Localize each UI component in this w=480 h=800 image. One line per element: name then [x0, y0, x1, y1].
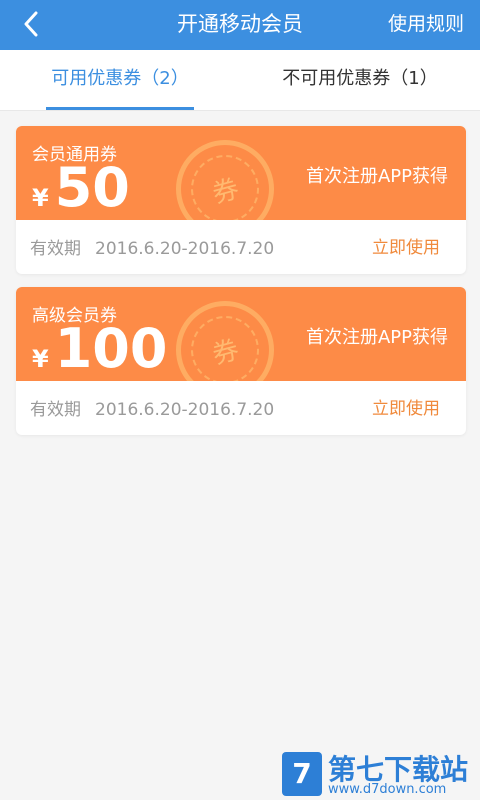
tab-label: 可用优惠券（2）: [51, 68, 189, 89]
watermark-logo: 7: [282, 752, 322, 796]
coupon-value: 100: [54, 317, 168, 380]
scallop-edge: [16, 376, 466, 386]
active-tab-indicator: [46, 107, 194, 110]
coupon-tabs: 可用优惠券（2） 不可用优惠券（1）: [0, 50, 480, 111]
coupon-amount: ¥ 50: [32, 160, 130, 216]
usage-rules-link[interactable]: 使用规则: [388, 0, 464, 50]
currency-symbol: ¥: [32, 184, 49, 212]
tab-label: 不可用优惠券（1）: [282, 68, 438, 89]
top-nav-bar: 开通移动会员 使用规则: [0, 0, 480, 50]
validity-range: 2016.6.20-2016.7.20: [95, 400, 275, 420]
coupon-card[interactable]: 券 会员通用券 ¥ 50 首次注册APP获得 有效期 2016.6.20-2016…: [16, 126, 466, 274]
coupon-amount: ¥ 100: [32, 321, 167, 377]
coupon-card[interactable]: 券 高级会员券 ¥ 100 首次注册APP获得 有效期 2016.6.20-201…: [16, 287, 466, 435]
scallop-edge: [16, 215, 466, 225]
coupon-header: 券 高级会员券 ¥ 100 首次注册APP获得: [16, 287, 466, 381]
site-watermark: 7 第七下载站 www.d7down.com: [280, 744, 480, 800]
validity-label: 有效期: [30, 400, 81, 420]
use-now-button[interactable]: 立即使用: [372, 233, 440, 258]
currency-symbol: ¥: [32, 345, 49, 373]
watermark-url: www.d7down.com: [328, 782, 447, 797]
tab-unavailable-coupons[interactable]: 不可用优惠券（1）: [240, 50, 480, 110]
tab-available-coupons[interactable]: 可用优惠券（2）: [0, 50, 240, 110]
coupon-source: 首次注册APP获得: [305, 166, 448, 187]
coupon-stamp-icon: 券: [176, 301, 274, 381]
coupon-value: 50: [54, 156, 130, 219]
use-now-button[interactable]: 立即使用: [372, 394, 440, 419]
coupon-header: 券 会员通用券 ¥ 50 首次注册APP获得: [16, 126, 466, 220]
coupon-stamp-icon: 券: [176, 140, 274, 220]
coupon-source: 首次注册APP获得: [305, 327, 448, 348]
coupon-validity: 有效期 2016.6.20-2016.7.20: [30, 395, 274, 420]
validity-label: 有效期: [30, 239, 81, 259]
validity-range: 2016.6.20-2016.7.20: [95, 239, 275, 259]
coupon-validity: 有效期 2016.6.20-2016.7.20: [30, 234, 274, 259]
